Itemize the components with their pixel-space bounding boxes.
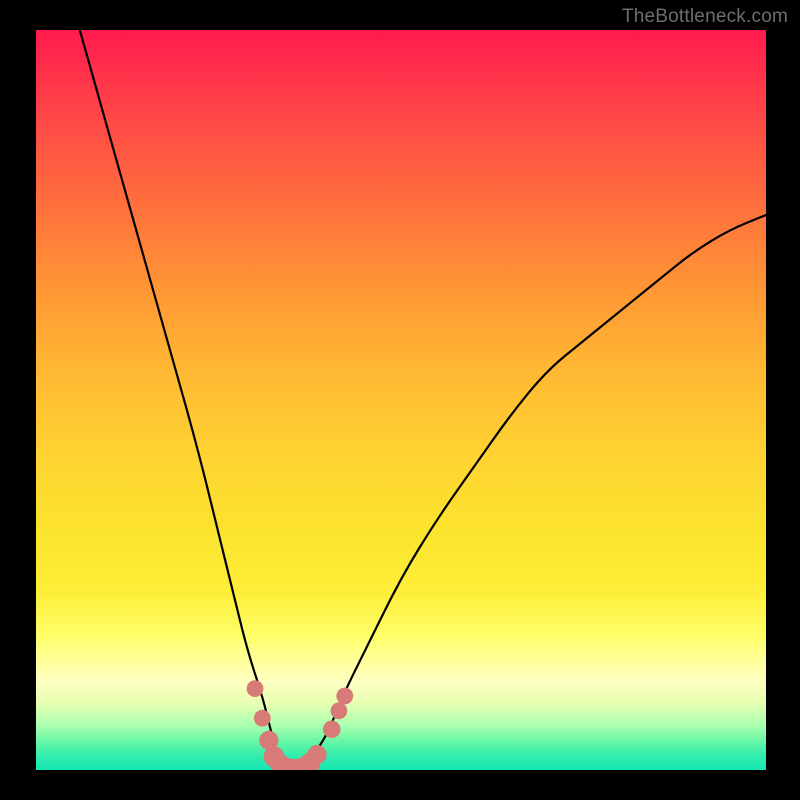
marker-dot	[331, 702, 348, 719]
watermark-text: TheBottleneck.com	[622, 6, 788, 28]
bottleneck-curve	[80, 30, 766, 770]
marker-group	[247, 680, 354, 770]
marker-dot	[254, 710, 271, 727]
marker-dot	[336, 688, 353, 705]
curve-svg	[36, 30, 766, 770]
marker-dot	[323, 721, 341, 739]
chart-frame: TheBottleneck.com	[0, 0, 800, 800]
marker-dot	[308, 745, 327, 764]
marker-dot	[247, 680, 264, 697]
plot-area	[36, 30, 766, 770]
